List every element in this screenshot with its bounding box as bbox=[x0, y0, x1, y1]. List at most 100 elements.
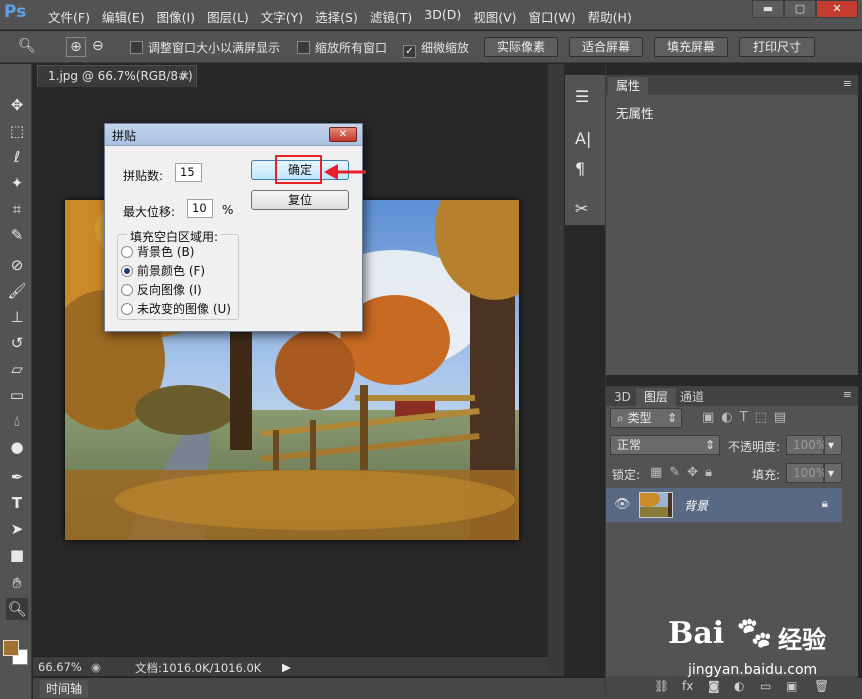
tab-3d[interactable]: 3D bbox=[606, 388, 639, 406]
opacity-input[interactable]: 100% bbox=[786, 435, 827, 455]
layers-panel-menu-icon[interactable]: ≡ bbox=[843, 388, 852, 401]
opacity-dropdown-icon[interactable]: ▾ bbox=[824, 435, 842, 455]
layer-row-background[interactable]: 👁︎ 背景 🔒︎ bbox=[606, 488, 842, 522]
radio-unaltered-image[interactable]: 未改变的图像 (U) bbox=[121, 300, 231, 317]
menu-filter[interactable]: 滤镜(T) bbox=[364, 7, 418, 26]
window-controls: ▬ ▢ ✕ bbox=[752, 0, 858, 18]
fill-dropdown-icon[interactable]: ▾ bbox=[824, 463, 842, 483]
foreground-color-swatch[interactable] bbox=[3, 640, 19, 656]
move-tool-icon[interactable]: ✥ bbox=[6, 94, 28, 116]
history-brush-tool-icon[interactable]: ↺ bbox=[6, 332, 28, 354]
brush-tool-icon[interactable]: 🖌︎ bbox=[6, 280, 28, 302]
zoom-all-checkbox[interactable] bbox=[297, 41, 310, 54]
gradient-tool-icon[interactable]: ▭ bbox=[6, 384, 28, 406]
history-panel-icon[interactable]: ☰ bbox=[575, 87, 589, 106]
offset-input[interactable]: 10 bbox=[187, 199, 213, 218]
document-tab[interactable]: 1.jpg @ 66.7%(RGB/8#) × bbox=[37, 65, 197, 87]
tool-presets-panel-icon[interactable]: ✂ bbox=[575, 199, 588, 218]
print-size-button[interactable]: 打印尺寸 bbox=[739, 37, 815, 57]
layer-filter-icons[interactable]: ▣◐T⬚▤ bbox=[702, 410, 793, 425]
dodge-tool-icon[interactable]: ● bbox=[6, 436, 28, 458]
tab-properties[interactable]: 属性 bbox=[608, 77, 649, 95]
status-menu-arrow-icon[interactable]: ▶ bbox=[282, 660, 291, 674]
visibility-eye-icon[interactable]: 👁︎ bbox=[614, 497, 631, 512]
path-selection-tool-icon[interactable]: ➤ bbox=[6, 518, 28, 540]
resize-windows-checkbox[interactable] bbox=[130, 41, 143, 54]
eraser-tool-icon[interactable]: ▱ bbox=[6, 358, 28, 380]
menu-help[interactable]: 帮助(H) bbox=[582, 7, 638, 26]
timeline-tab[interactable]: 时间轴 bbox=[40, 680, 88, 698]
layer-name[interactable]: 背景 bbox=[684, 497, 708, 514]
pen-tool-icon[interactable]: ✒ bbox=[6, 466, 28, 488]
zoom-level[interactable]: 66.67% bbox=[38, 660, 82, 674]
fill-screen-button[interactable]: 填充屏幕 bbox=[654, 37, 728, 57]
menu-view[interactable]: 视图(V) bbox=[467, 7, 522, 26]
menu-3d[interactable]: 3D(D) bbox=[418, 7, 467, 26]
minimize-button[interactable]: ▬ bbox=[752, 0, 784, 18]
fill-input[interactable]: 100% bbox=[786, 463, 827, 483]
dialog-close-button[interactable]: ✕ bbox=[329, 127, 357, 142]
layer-thumbnail bbox=[639, 492, 673, 518]
maximize-button[interactable]: ▢ bbox=[784, 0, 816, 18]
reset-button[interactable]: 复位 bbox=[251, 190, 349, 210]
radio-button[interactable] bbox=[121, 303, 133, 315]
close-window-button[interactable]: ✕ bbox=[816, 0, 858, 18]
menu-layer[interactable]: 图层(L) bbox=[201, 7, 255, 26]
fit-screen-button[interactable]: 适合屏幕 bbox=[569, 37, 643, 57]
radio-button[interactable] bbox=[121, 284, 133, 296]
menu-select[interactable]: 选择(S) bbox=[309, 7, 364, 26]
photoshop-logo: Ps bbox=[4, 2, 27, 22]
magic-wand-tool-icon[interactable]: ✦ bbox=[6, 172, 28, 194]
blend-mode-chevron-icon: ⇕ bbox=[704, 438, 715, 452]
lock-icons[interactable]: ▦✎✥🔒︎ bbox=[650, 465, 719, 480]
watermark-brand-cn: 经验 bbox=[778, 626, 826, 654]
layer-filter-select[interactable]: ⌕ 类型 ⇕ bbox=[610, 408, 682, 428]
paragraph-panel-icon[interactable]: ¶ bbox=[575, 159, 585, 178]
canvas-vertical-scrollbar[interactable] bbox=[548, 64, 564, 676]
menu-image[interactable]: 图像(I) bbox=[151, 7, 201, 26]
lasso-tool-icon[interactable]: ℓ bbox=[6, 146, 28, 168]
dialog-title-bar[interactable]: 拼贴 ✕ bbox=[105, 124, 362, 146]
tab-layers[interactable]: 图层 bbox=[636, 388, 677, 406]
zoom-all-label: 缩放所有窗口 bbox=[315, 41, 388, 55]
menu-edit[interactable]: 编辑(E) bbox=[96, 7, 151, 26]
hand-tool-icon[interactable]: ✋︎ bbox=[6, 572, 28, 594]
radio-foreground-color[interactable]: 前景颜色 (F) bbox=[121, 262, 205, 279]
actual-pixels-button[interactable]: 实际像素 bbox=[484, 37, 558, 57]
blur-tool-icon[interactable]: 💧︎ bbox=[6, 410, 28, 432]
document-tab-close-icon[interactable]: × bbox=[180, 66, 190, 86]
annotation-highlight-box bbox=[275, 155, 322, 184]
radio-label: 前景颜色 (F) bbox=[137, 264, 206, 278]
type-tool-icon[interactable]: T bbox=[6, 492, 28, 514]
menu-file[interactable]: 文件(F) bbox=[42, 7, 96, 26]
resize-windows-option[interactable]: 调整窗口大小以满屏显示 bbox=[130, 39, 280, 56]
zoom-tool-selected-icon[interactable]: 🔍︎ bbox=[6, 598, 28, 620]
marquee-tool-icon[interactable]: ⬚ bbox=[6, 120, 28, 142]
clone-stamp-tool-icon[interactable]: ⊥ bbox=[6, 306, 28, 328]
zoom-all-option[interactable]: 缩放所有窗口 bbox=[297, 39, 387, 56]
blend-mode-select[interactable]: 正常 ⇕ bbox=[610, 435, 720, 455]
shape-tool-icon[interactable]: ■ bbox=[6, 544, 28, 566]
no-properties-text: 无属性 bbox=[616, 106, 654, 121]
panel-menu-icon[interactable]: ≡ bbox=[843, 77, 852, 90]
character-panel-icon[interactable]: A| bbox=[575, 129, 591, 148]
zoom-out-icon[interactable]: ⊖ bbox=[92, 38, 104, 54]
radio-button[interactable] bbox=[121, 246, 133, 258]
menu-window[interactable]: 窗口(W) bbox=[523, 7, 582, 26]
eyedropper-tool-icon[interactable]: ✎ bbox=[6, 224, 28, 246]
scrubby-zoom-checkbox[interactable]: ✓ bbox=[403, 45, 416, 58]
filter-search-icon: ⌕ bbox=[617, 411, 628, 425]
crop-tool-icon[interactable]: ⌗ bbox=[6, 198, 28, 220]
radio-button-selected[interactable] bbox=[121, 265, 133, 277]
options-bar: 🔍︎ ⊕ ⊖ 调整窗口大小以满屏显示 缩放所有窗口 ✓ 细微缩放 实际像素 适合屏… bbox=[0, 31, 862, 63]
healing-brush-tool-icon[interactable]: ⊘ bbox=[6, 254, 28, 276]
zoom-in-icon[interactable]: ⊕ bbox=[66, 37, 86, 57]
tiles-input[interactable]: 15 bbox=[175, 163, 202, 182]
radio-background-color[interactable]: 背景色 (B) bbox=[121, 243, 194, 260]
scrubby-zoom-option[interactable]: ✓ 细微缩放 bbox=[403, 39, 469, 58]
radio-inverse-image[interactable]: 反向图像 (I) bbox=[121, 281, 202, 298]
status-icon[interactable]: ◉ bbox=[91, 660, 101, 674]
menu-type[interactable]: 文字(Y) bbox=[255, 7, 309, 26]
tab-channels[interactable]: 通道 bbox=[672, 388, 712, 406]
zoom-tool-icon[interactable]: 🔍︎ bbox=[18, 38, 36, 54]
